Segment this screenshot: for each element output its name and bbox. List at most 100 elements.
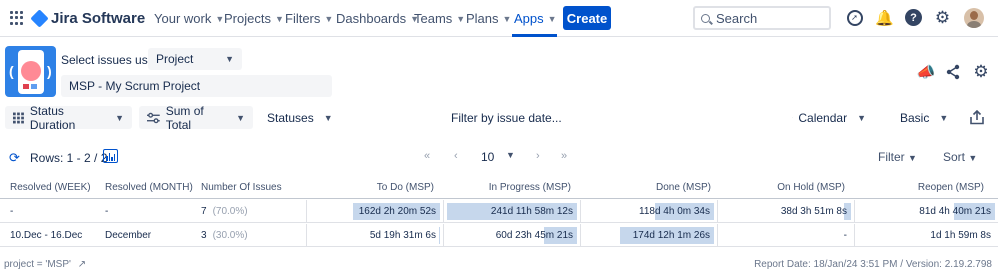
nav-teams[interactable]: Teams ▼ — [414, 11, 465, 26]
chevron-down-icon: ▼ — [215, 13, 225, 24]
issue-count-cell: 3 (30.0%) — [201, 230, 248, 241]
project-dropdown[interactable]: MSP - My Scrum Project — [61, 75, 332, 97]
duration-cell-reopen: 1d 1h 59m 8s — [854, 224, 998, 247]
issue-count-cell: 7 (70.0%) — [201, 206, 248, 217]
chevron-down-icon: ▼ — [115, 112, 124, 123]
column-header[interactable]: Resolved (MONTH) — [105, 182, 193, 193]
export-button[interactable] — [966, 106, 992, 129]
settings-gear-icon[interactable]: ⚙ — [934, 8, 951, 27]
nav-label: Dashboards — [336, 11, 407, 26]
select-mode-dropdown[interactable]: Project ▼ — [148, 48, 242, 70]
duration-value: - — [843, 230, 847, 241]
compass-icon[interactable]: ➚ — [846, 9, 863, 26]
calendar-dropdown[interactable]: Calendar ▼ — [784, 106, 874, 129]
bar-chart-icon[interactable] — [103, 149, 118, 163]
duration-value: 241d 11h 58m 12s — [490, 206, 573, 217]
table-row[interactable]: - - 7 (70.0%) 162d 2h 20m 52s 241d 11h 58… — [0, 200, 998, 223]
duration-cell-on-hold: 38d 3h 51m 8s — [717, 200, 854, 223]
nav-label: Teams — [414, 11, 453, 26]
nav-dashboards[interactable]: Dashboards ▼ — [336, 11, 419, 26]
search-input[interactable]: Search — [693, 6, 831, 30]
last-page-icon[interactable]: » — [561, 150, 567, 162]
first-page-icon[interactable]: « — [424, 150, 430, 162]
chevron-down-icon[interactable]: ▼ — [506, 150, 515, 160]
duration-cell-in-progress: 241d 11h 58m 12s — [443, 200, 580, 223]
page-size-value[interactable]: 10 — [481, 150, 494, 164]
column-header[interactable]: To Do (MSP) — [377, 182, 434, 193]
nav-projects[interactable]: Projects ▼ — [224, 11, 284, 26]
sum-of-total-dropdown[interactable]: Sum of Total ▼ — [139, 103, 253, 132]
chevron-down-icon: ▼ — [236, 112, 245, 123]
app-switcher-icon[interactable] — [10, 11, 24, 25]
nav-label: Plans — [466, 11, 499, 26]
nav-apps[interactable]: Apps ▼ — [514, 11, 557, 26]
duration-value: 162d 2h 20m 52s — [358, 206, 436, 217]
sort-dropdown[interactable]: Sort ▼ — [943, 150, 977, 164]
filter-by-date[interactable]: Filter by issue date... — [451, 111, 562, 125]
duration-value: 81d 4h 40m 21s — [919, 206, 991, 217]
chevron-down-icon: ▼ — [547, 13, 557, 24]
duration-cell-done: 174d 12h 1m 26s — [580, 224, 717, 247]
nav-filters[interactable]: Filters ▼ — [285, 11, 333, 26]
grid-icon — [13, 112, 24, 123]
nav-label: Projects — [224, 11, 271, 26]
filter-dropdown[interactable]: Filter ▼ — [878, 150, 917, 164]
view-mode-dropdown[interactable]: Basic ▼ — [886, 106, 956, 129]
share-icon[interactable] — [944, 63, 962, 81]
active-nav-indicator — [512, 34, 557, 37]
chevron-down-icon: ▼ — [857, 112, 866, 123]
duration-value: 5d 19h 31m 6s — [369, 230, 436, 241]
issue-count: 3 — [201, 230, 207, 241]
column-header[interactable]: Done (MSP) — [656, 182, 711, 193]
announcement-icon[interactable]: 📣 — [917, 63, 936, 81]
query-text: project = 'MSP' — [4, 259, 71, 270]
column-header[interactable]: Reopen (MSP) — [918, 182, 984, 193]
chevron-down-icon: ▼ — [456, 13, 466, 24]
next-page-icon[interactable]: › — [536, 150, 540, 162]
statuses-dropdown[interactable]: Statuses ▼ — [259, 106, 333, 129]
search-icon — [701, 13, 710, 23]
user-avatar[interactable] — [964, 8, 984, 28]
duration-value: 38d 3h 51m 8s — [780, 206, 847, 217]
jira-logo-icon — [30, 9, 49, 28]
duration-value: 1d 1h 59m 8s — [930, 230, 991, 241]
column-header[interactable]: In Progress (MSP) — [489, 182, 571, 193]
duration-value: 60d 23h 45m 21s — [495, 230, 573, 241]
query-link[interactable]: project = 'MSP' ↗ — [4, 259, 86, 270]
duration-value: 118d 4h 0m 34s — [639, 206, 710, 217]
nav-label: Your work — [154, 11, 212, 26]
chevron-down-icon: ▼ — [274, 13, 284, 24]
refresh-icon[interactable]: ⟳ — [9, 150, 20, 166]
search-placeholder: Search — [716, 10, 758, 26]
duration-cell-todo: 162d 2h 20m 52s — [306, 200, 443, 223]
create-button[interactable]: Create — [563, 6, 611, 30]
report-info: Report Date: 18/Jan/24 3:51 PM / Version… — [754, 259, 992, 270]
export-icon — [970, 110, 984, 125]
jira-logo[interactable]: Jira Software — [30, 9, 145, 28]
duration-cell-on-hold: - — [717, 224, 854, 247]
chevron-down-icon: ▼ — [323, 112, 333, 123]
help-icon[interactable]: ? — [905, 9, 922, 26]
status-duration-dropdown[interactable]: Status Duration ▼ — [5, 104, 132, 132]
column-header[interactable]: On Hold (MSP) — [777, 182, 845, 193]
duration-value: 174d 12h 1m 26s — [632, 230, 710, 241]
duration-cell-in-progress: 60d 23h 45m 21s — [443, 224, 580, 247]
notifications-icon[interactable]: 🔔 — [875, 9, 894, 27]
nav-plans[interactable]: Plans ▼ — [466, 11, 511, 26]
column-header[interactable]: Resolved (WEEK) — [10, 182, 91, 193]
nav-your-work[interactable]: Your work ▼ — [154, 11, 224, 26]
sum-of-total-label: Sum of Total — [165, 103, 204, 132]
settings-icon[interactable]: ⚙ — [972, 62, 990, 81]
select-mode-value: Project — [156, 52, 194, 66]
view-mode-label: Basic — [900, 110, 930, 125]
duration-bar — [439, 227, 440, 244]
chevron-down-icon: ▼ — [225, 54, 234, 64]
previous-page-icon[interactable]: ‹ — [454, 150, 458, 162]
resolved-week-cell: 10.Dec - 16.Dec — [10, 230, 83, 241]
table-header: Resolved (WEEK) Resolved (MONTH) Number … — [0, 179, 998, 199]
column-header[interactable]: Number Of Issues — [201, 182, 282, 193]
table-row[interactable]: 10.Dec - 16.Dec December 3 (30.0%) 5d 19h… — [0, 224, 998, 247]
duration-cell-done: 118d 4h 0m 34s — [580, 200, 717, 223]
chevron-down-icon: ▼ — [502, 13, 512, 24]
project-value: MSP - My Scrum Project — [69, 79, 201, 93]
